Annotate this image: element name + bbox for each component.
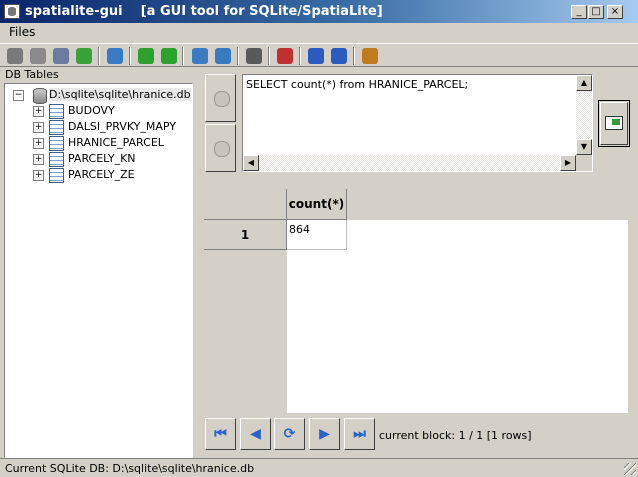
virtual-shp-icon (161, 48, 177, 64)
load-txt-icon (192, 48, 208, 64)
grid-header-filler (347, 189, 628, 220)
virtual-shp-button[interactable] (159, 47, 179, 65)
connect-db-icon (7, 48, 23, 64)
app-subtitle: [a GUI tool for SQLite/SpatiaLite] (140, 4, 383, 19)
vacuum-db-button[interactable] (74, 47, 94, 65)
expand-icon[interactable]: + (33, 106, 44, 117)
network-icon (246, 48, 262, 64)
status-text: Current SQLite DB: D:\sqlite\sqlite\hran… (5, 462, 255, 475)
toolbar-separator (299, 47, 301, 65)
sql-vertical-scrollbar[interactable]: ▲ ▼ (576, 75, 592, 155)
block-status: current block: 1 / 1 [1 rows] (379, 429, 532, 442)
toolbar-separator (268, 47, 270, 65)
history-forward-icon (214, 141, 230, 157)
scroll-down-icon[interactable]: ▼ (576, 139, 592, 155)
maximize-button[interactable]: □ (588, 5, 604, 19)
expand-icon[interactable]: + (33, 122, 44, 133)
next-block-button[interactable]: ▶ (309, 418, 340, 450)
db-tree[interactable]: − D:\sqlite\sqlite\hranice.db + BUDOVY + DA… (4, 83, 193, 458)
resize-grip[interactable] (624, 463, 636, 475)
load-shp-icon (138, 48, 154, 64)
grid-cell[interactable]: 864 (287, 220, 347, 250)
charset-icon (277, 48, 293, 64)
table-label[interactable]: PARCELY_KN (68, 152, 136, 165)
charset-button[interactable] (275, 47, 295, 65)
table-icon (49, 168, 64, 183)
table-label[interactable]: PARCELY_ZE (68, 168, 135, 181)
scroll-left-icon[interactable]: ◀ (243, 155, 259, 171)
scroll-corner (576, 155, 592, 171)
sql-history-forward-button[interactable] (205, 124, 236, 172)
expand-icon[interactable]: + (33, 138, 44, 149)
load-shp-button[interactable] (136, 47, 156, 65)
menu-files[interactable]: Files (9, 25, 35, 39)
about-button[interactable] (329, 47, 349, 65)
sql-history-back-button[interactable] (205, 74, 236, 122)
table-icon (49, 104, 64, 119)
first-block-button[interactable]: ⏮ (205, 418, 236, 450)
execute-script-button[interactable] (105, 47, 125, 65)
exit-button[interactable] (360, 47, 380, 65)
execute-sql-button[interactable] (598, 100, 630, 147)
execute-script-icon (107, 48, 123, 64)
toolbar (0, 43, 638, 67)
refresh-button[interactable]: ⟳ (274, 418, 305, 450)
window-title: spatialite-gui [a GUI tool for SQLite/Sp… (25, 4, 383, 19)
toolbar-separator (98, 47, 100, 65)
toolbar-separator (237, 47, 239, 65)
table-label[interactable]: BUDOVY (68, 104, 115, 117)
panel-splitter[interactable] (195, 67, 200, 458)
database-icon (33, 88, 47, 104)
last-block-button[interactable]: ⏭ (344, 418, 375, 450)
toolbar-separator (129, 47, 131, 65)
sql-editor[interactable]: SELECT count(*) from HRANICE_PARCEL; ▲ ▼… (242, 74, 593, 172)
table-icon (49, 136, 64, 151)
menu-bar: Files (0, 23, 638, 42)
minimize-button[interactable]: _ (571, 5, 587, 19)
history-back-icon (214, 91, 230, 107)
tree-root-label[interactable]: D:\sqlite\sqlite\hranice.db (49, 88, 191, 101)
execute-icon (605, 116, 623, 130)
connect-db-button[interactable] (5, 47, 25, 65)
disconnect-db-icon (53, 48, 69, 64)
disconnect-db-button[interactable] (51, 47, 71, 65)
create-db-button[interactable] (28, 47, 48, 65)
about-icon (331, 48, 347, 64)
row-header-filler (204, 250, 287, 413)
load-txt-button[interactable] (190, 47, 210, 65)
scroll-up-icon[interactable]: ▲ (576, 75, 592, 91)
db-tables-header: DB Tables (5, 68, 59, 81)
expand-icon[interactable]: + (33, 154, 44, 165)
expand-icon[interactable]: + (33, 170, 44, 181)
help-button[interactable] (306, 47, 326, 65)
network-button[interactable] (244, 47, 264, 65)
collapse-icon[interactable]: − (13, 90, 24, 101)
table-label[interactable]: HRANICE_PARCEL (68, 136, 164, 149)
sql-query-text[interactable]: SELECT count(*) from HRANICE_PARCEL; (246, 78, 468, 91)
virtual-csv-icon (215, 48, 231, 64)
table-icon (49, 152, 64, 167)
table-label[interactable]: DALSI_PRVKY_MAPY (68, 120, 176, 133)
create-db-icon (30, 48, 46, 64)
virtual-csv-button[interactable] (213, 47, 233, 65)
db-tables-panel: DB Tables − D:\sqlite\sqlite\hranice.db … (0, 67, 195, 458)
row-header[interactable]: 1 (204, 220, 287, 250)
grid-corner[interactable] (204, 189, 287, 220)
result-grid[interactable]: count(*) 1 864 (204, 189, 628, 413)
vacuum-db-icon (76, 48, 92, 64)
toolbar-separator (353, 47, 355, 65)
previous-block-button[interactable]: ◀ (240, 418, 271, 450)
table-icon (49, 120, 64, 135)
status-bar: Current SQLite DB: D:\sqlite\sqlite\hran… (0, 458, 638, 477)
exit-icon (362, 48, 378, 64)
close-button[interactable]: × (607, 5, 623, 19)
scroll-right-icon[interactable]: ▶ (560, 155, 576, 171)
title-bar[interactable]: spatialite-gui [a GUI tool for SQLite/Sp… (0, 0, 638, 23)
column-header[interactable]: count(*) (287, 189, 347, 220)
sql-horizontal-scrollbar[interactable]: ◀ ▶ (243, 155, 576, 171)
app-icon[interactable] (4, 4, 20, 19)
help-icon (308, 48, 324, 64)
toolbar-separator (182, 47, 184, 65)
app-name: spatialite-gui (25, 4, 123, 19)
